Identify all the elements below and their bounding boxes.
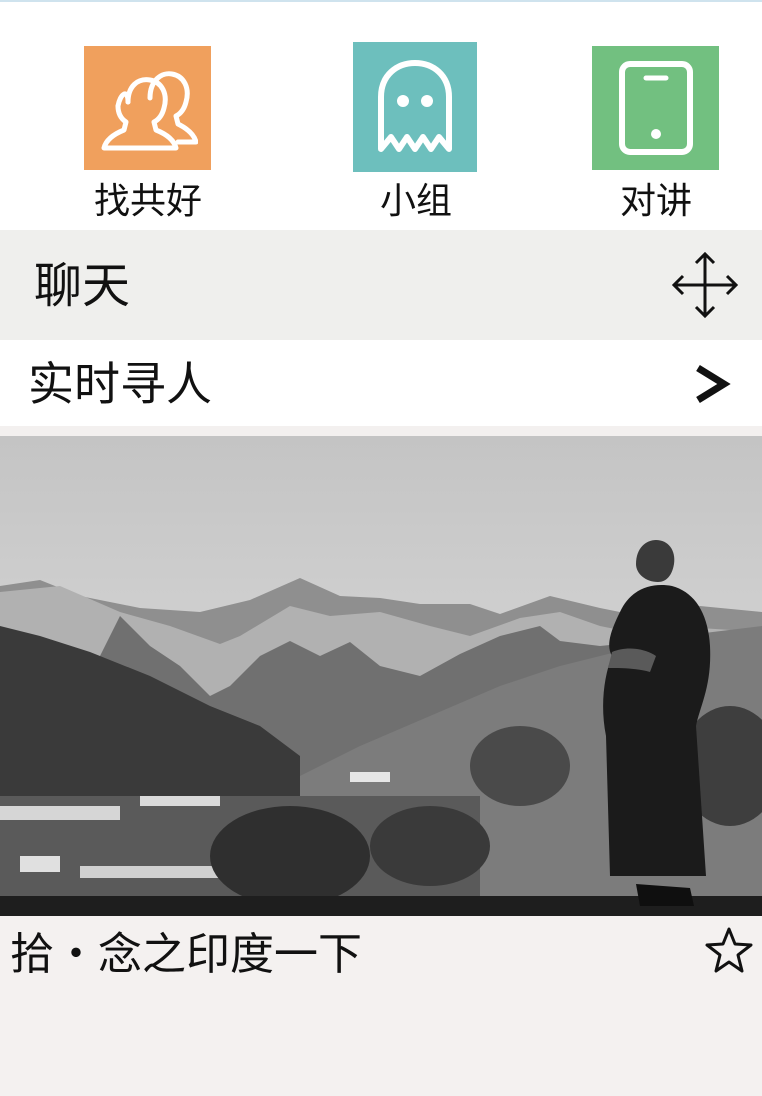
find-people-row[interactable]: 实时寻人 [0,340,762,426]
shortcut-label: 小组 [379,181,452,222]
shortcut-label: 对讲 [619,181,692,222]
section-gap [0,426,762,436]
contacts-icon [101,71,198,151]
monk-mountain-photo[interactable] [0,436,762,916]
shortcut-intercom[interactable] [592,46,719,170]
shortcut-find-friends[interactable] [84,46,211,170]
ghost-icon [378,60,452,152]
find-people-title: 实时寻人 [28,357,212,411]
feature-caption: 拾・念之印度一下 [10,929,362,980]
move-icon[interactable] [670,250,740,320]
chat-row[interactable]: 聊天 [0,230,762,340]
tablet-icon [618,61,693,155]
chat-title: 聊天 [34,258,131,314]
shortcut-label: 找共好 [93,181,202,222]
shortcut-groups[interactable] [353,42,477,172]
chevron-right-icon[interactable] [692,362,732,406]
shortcut-row: 找共好 小组 对讲 [0,2,762,230]
star-icon[interactable] [704,926,754,976]
feature-caption-area: 拾・念之印度一下 [0,916,762,1096]
